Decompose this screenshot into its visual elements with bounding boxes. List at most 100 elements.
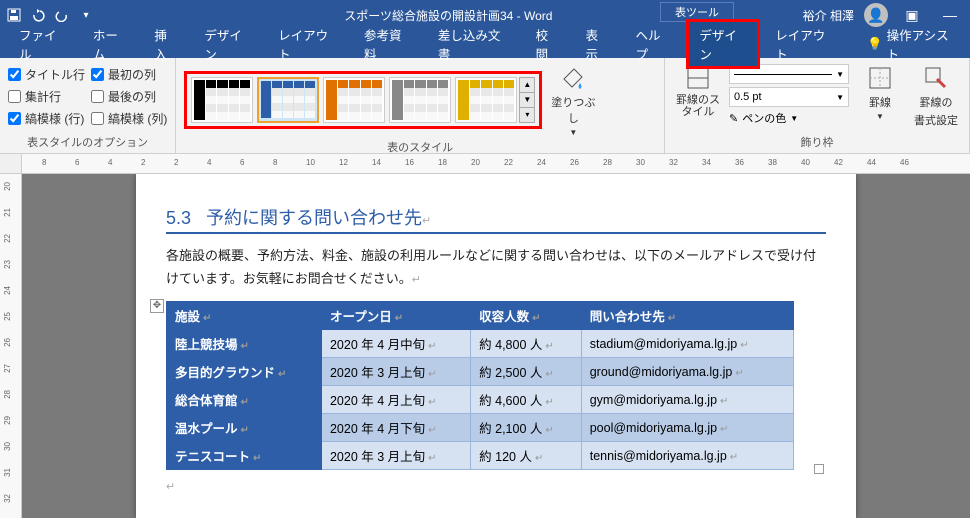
gallery-down-icon[interactable]: ▼ bbox=[520, 93, 534, 108]
table-style-thumb[interactable] bbox=[191, 77, 253, 123]
row-header[interactable]: 温水プール↵ bbox=[167, 414, 322, 442]
row-header[interactable]: 総合体育館↵ bbox=[167, 386, 322, 414]
tab-review[interactable]: 校閲 bbox=[523, 20, 573, 68]
group-borders: 罫線のスタイル ▼ 0.5 pt▼ ✎ペンの色▼ 罫線 ▼ 罫線の 書式設定 飾… bbox=[665, 58, 970, 153]
contact-table[interactable]: 施設↵オープン日↵収容人数↵問い合わせ先↵陸上競技場↵2020 年 4 月中旬↵… bbox=[166, 301, 794, 470]
table-style-thumb[interactable] bbox=[389, 77, 451, 123]
table-cell[interactable]: 2020 年 4 月上旬↵ bbox=[321, 386, 470, 414]
table-cell[interactable]: 約 4,800 人↵ bbox=[471, 330, 582, 358]
empty-paragraph[interactable]: ↵ bbox=[166, 474, 826, 498]
row-header[interactable]: 多目的グラウンド↵ bbox=[167, 358, 322, 386]
tab-help[interactable]: ヘルプ bbox=[622, 20, 684, 68]
borders-label: 罫線 bbox=[869, 94, 891, 110]
chevron-down-icon: ▼ bbox=[876, 112, 884, 121]
chevron-down-icon: ▼ bbox=[790, 114, 798, 123]
pen-icon: ✎ bbox=[729, 112, 738, 125]
tell-me[interactable]: 💡 操作アシスト bbox=[854, 20, 970, 68]
row-header[interactable]: テニスコート↵ bbox=[167, 442, 322, 470]
chk-label: 最初の列 bbox=[108, 66, 156, 83]
table-header[interactable]: 施設↵ bbox=[167, 302, 322, 330]
table-style-gallery[interactable] bbox=[191, 77, 517, 123]
highlight-box: ▲ ▼ ▾ bbox=[184, 71, 542, 129]
table-resize-handle-icon[interactable] bbox=[814, 464, 824, 474]
table-cell[interactable]: gym@midoriyama.lg.jp↵ bbox=[581, 386, 793, 414]
chevron-down-icon: ▼ bbox=[569, 128, 577, 137]
tab-home[interactable]: ホーム bbox=[80, 20, 142, 68]
group-table-styles: ▲ ▼ ▾ 塗りつぶし ▼ 表のスタイル bbox=[176, 58, 665, 153]
borders-button[interactable]: 罫線 ▼ bbox=[855, 62, 905, 121]
chk-banded-rows[interactable]: 縞模様 (行) bbox=[8, 110, 85, 127]
table-header[interactable]: 問い合わせ先↵ bbox=[581, 302, 793, 330]
table-cell[interactable]: 約 2,500 人↵ bbox=[471, 358, 582, 386]
chevron-down-icon: ▼ bbox=[836, 70, 844, 79]
border-painter-icon bbox=[922, 64, 950, 92]
horizontal-ruler[interactable]: 8642246810121416182022242628303234363840… bbox=[22, 154, 970, 174]
table-cell[interactable]: 約 4,600 人↵ bbox=[471, 386, 582, 414]
table-row[interactable]: 陸上競技場↵2020 年 4 月中旬↵約 4,800 人↵stadium@mid… bbox=[167, 330, 794, 358]
vertical-ruler[interactable]: 20212223242526272829303132 bbox=[0, 174, 22, 518]
table-style-thumb[interactable] bbox=[257, 77, 319, 123]
tab-view[interactable]: 表示 bbox=[573, 20, 623, 68]
page-scroll[interactable]: 5.3 予約に関する問い合わせ先↵ 各施設の概要、予約方法、料金、施設の利用ルー… bbox=[22, 174, 970, 518]
pen-weight-select[interactable]: 0.5 pt▼ bbox=[729, 87, 849, 107]
chk-first-col[interactable]: 最初の列 bbox=[91, 66, 167, 83]
table-anchor: ✥ 施設↵オープン日↵収容人数↵問い合わせ先↵陸上競技場↵2020 年 4 月中… bbox=[166, 301, 826, 470]
chk-label: タイトル行 bbox=[25, 66, 85, 83]
document-area: 20212223242526272829303132 5.3 予約に関する問い合… bbox=[0, 174, 970, 518]
tab-table-design[interactable]: デザイン bbox=[686, 19, 760, 69]
table-style-thumb[interactable] bbox=[455, 77, 517, 123]
table-row[interactable]: 温水プール↵2020 年 4 月下旬↵約 2,100 人↵pool@midori… bbox=[167, 414, 794, 442]
table-row[interactable]: 多目的グラウンド↵2020 年 3 月上旬↵約 2,500 人↵ground@m… bbox=[167, 358, 794, 386]
tab-design[interactable]: デザイン bbox=[191, 20, 265, 68]
table-cell[interactable]: 2020 年 4 月中旬↵ bbox=[321, 330, 470, 358]
tab-references[interactable]: 参考資料 bbox=[351, 20, 425, 68]
chk-total-row[interactable]: 集計行 bbox=[8, 88, 85, 105]
chk-label: 集計行 bbox=[25, 88, 61, 105]
chk-last-col[interactable]: 最後の列 bbox=[91, 88, 167, 105]
ruler-corner bbox=[0, 154, 22, 174]
tab-table-layout[interactable]: レイアウト bbox=[762, 20, 848, 68]
gallery-more-icon[interactable]: ▾ bbox=[520, 108, 534, 122]
row-header[interactable]: 陸上競技場↵ bbox=[167, 330, 322, 358]
pen-color-label: ペンの色 bbox=[742, 110, 786, 126]
table-header[interactable]: 収容人数↵ bbox=[471, 302, 582, 330]
table-cell[interactable]: 2020 年 4 月下旬↵ bbox=[321, 414, 470, 442]
ribbon-tabs: ファイル ホーム 挿入 デザイン レイアウト 参考資料 差し込み文書 校閲 表示… bbox=[0, 30, 970, 58]
tab-insert[interactable]: 挿入 bbox=[141, 20, 191, 68]
table-style-thumb[interactable] bbox=[323, 77, 385, 123]
pen-color-select[interactable]: ✎ ペンの色 ▼ bbox=[729, 110, 849, 126]
table-move-handle-icon[interactable]: ✥ bbox=[150, 299, 164, 313]
shading-label: 塗りつぶし bbox=[548, 94, 598, 126]
para-text: 各施設の概要、予約方法、料金、施設の利用ルールなどに関する問い合わせは、以下のメ… bbox=[166, 248, 816, 286]
pen-weight-value: 0.5 pt bbox=[734, 91, 762, 103]
chk-banded-cols[interactable]: 縞模様 (列) bbox=[91, 110, 167, 127]
border-styles-button[interactable]: 罫線のスタイル bbox=[673, 62, 723, 118]
table-cell[interactable]: 約 120 人↵ bbox=[471, 442, 582, 470]
table-cell[interactable]: 2020 年 3 月上旬↵ bbox=[321, 358, 470, 386]
table-cell[interactable]: 約 2,100 人↵ bbox=[471, 414, 582, 442]
heading-number: 5.3 bbox=[166, 208, 191, 228]
table-cell[interactable]: stadium@midoriyama.lg.jp↵ bbox=[581, 330, 793, 358]
lightbulb-icon: 💡 bbox=[867, 37, 883, 52]
table-cell[interactable]: 2020 年 3 月上旬↵ bbox=[321, 442, 470, 470]
gallery-up-icon[interactable]: ▲ bbox=[520, 78, 534, 93]
bucket-icon bbox=[559, 64, 587, 92]
shading-button[interactable]: 塗りつぶし ▼ bbox=[548, 62, 598, 137]
page: 5.3 予約に関する問い合わせ先↵ 各施設の概要、予約方法、料金、施設の利用ルー… bbox=[136, 174, 856, 518]
chk-header-row[interactable]: タイトル行 bbox=[8, 66, 85, 83]
ruler-area: 8642246810121416182022242628303234363840… bbox=[0, 154, 970, 174]
border-painter-button[interactable]: 罫線の 書式設定 bbox=[911, 62, 961, 128]
table-header[interactable]: オープン日↵ bbox=[321, 302, 470, 330]
table-row[interactable]: 総合体育館↵2020 年 4 月上旬↵約 4,600 人↵gym@midoriy… bbox=[167, 386, 794, 414]
heading[interactable]: 5.3 予約に関する問い合わせ先↵ bbox=[166, 204, 826, 234]
tab-layout[interactable]: レイアウト bbox=[265, 20, 351, 68]
table-cell[interactable]: tennis@midoriyama.lg.jp↵ bbox=[581, 442, 793, 470]
paragraph-mark-icon: ↵ bbox=[166, 481, 175, 493]
table-cell[interactable]: pool@midoriyama.lg.jp↵ bbox=[581, 414, 793, 442]
table-row[interactable]: テニスコート↵2020 年 3 月上旬↵約 120 人↵tennis@midor… bbox=[167, 442, 794, 470]
tab-file[interactable]: ファイル bbox=[6, 20, 80, 68]
borders-icon bbox=[866, 64, 894, 92]
tab-mailings[interactable]: 差し込み文書 bbox=[425, 20, 523, 68]
body-paragraph[interactable]: 各施設の概要、予約方法、料金、施設の利用ルールなどに関する問い合わせは、以下のメ… bbox=[166, 244, 826, 291]
table-cell[interactable]: ground@midoriyama.lg.jp↵ bbox=[581, 358, 793, 386]
